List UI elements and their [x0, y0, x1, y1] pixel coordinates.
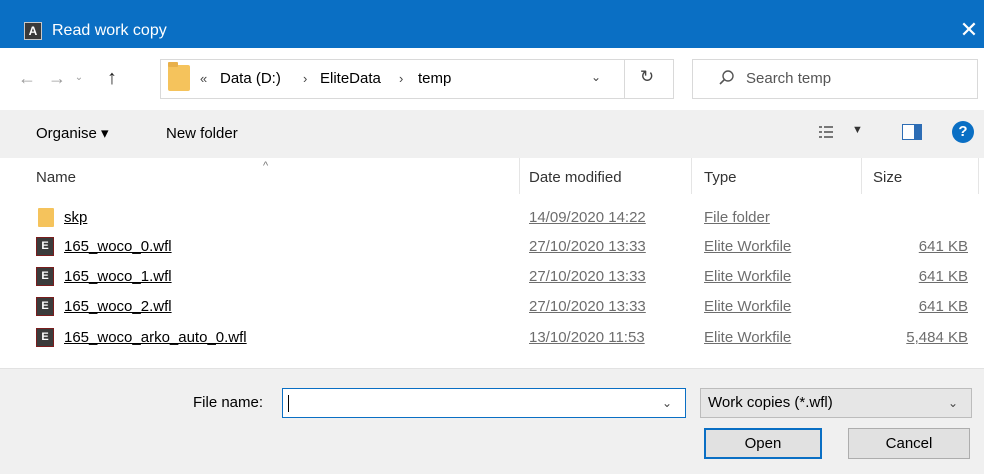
- file-date: 27/10/2020 13:33: [529, 268, 646, 285]
- file-date: 13/10/2020 11:53: [529, 329, 645, 346]
- breadcrumb-elitedata[interactable]: EliteData: [320, 70, 381, 88]
- file-type: File folder: [704, 209, 770, 226]
- file-size: 641 KB: [918, 268, 968, 285]
- view-options-dropdown-icon[interactable]: ▼: [852, 124, 863, 136]
- file-type-value[interactable]: Work copies (*.wfl): [708, 394, 833, 412]
- column-header-date-modified[interactable]: Date modified: [529, 169, 622, 187]
- command-bar: [0, 110, 984, 158]
- elite-workfile-icon: E: [36, 267, 54, 286]
- breadcrumb-temp[interactable]: temp: [418, 70, 451, 88]
- help-icon[interactable]: ?: [952, 121, 974, 143]
- breadcrumb-separator[interactable]: ›: [303, 70, 307, 88]
- file-name[interactable]: 165_woco_0.wfl: [64, 238, 172, 256]
- file-type: Elite Workfile: [704, 329, 792, 346]
- title-bar: A Read work copy ✕: [0, 0, 984, 48]
- file-type-dropdown-icon[interactable]: ⌄: [948, 396, 958, 410]
- open-button[interactable]: Open: [704, 428, 822, 459]
- preview-pane-icon[interactable]: [902, 124, 922, 140]
- file-date: 14/09/2020 14:22: [529, 209, 646, 226]
- sort-arrow-icon: ^: [263, 160, 269, 172]
- breadcrumb-data-drive[interactable]: Data (D:): [220, 70, 281, 88]
- file-row[interactable]: E 165_woco_arko_auto_0.wfl 13/10/2020 11…: [0, 327, 984, 349]
- file-size: 5,484 KB: [906, 329, 968, 346]
- column-header-type[interactable]: Type: [704, 169, 737, 187]
- text-caret: [288, 395, 289, 412]
- new-folder-button[interactable]: New folder: [166, 125, 238, 143]
- column-header-name[interactable]: Name: [36, 169, 76, 187]
- file-row[interactable]: skp 14/09/2020 14:22 File folder: [0, 207, 984, 229]
- breadcrumb-overflow[interactable]: «: [200, 70, 207, 88]
- file-row[interactable]: E 165_woco_0.wfl 27/10/2020 13:33 Elite …: [0, 236, 984, 258]
- file-name-input[interactable]: [282, 388, 686, 418]
- recent-locations-chevron-icon[interactable]: ⌄: [72, 64, 86, 92]
- file-row[interactable]: E 165_woco_1.wfl 27/10/2020 13:33 Elite …: [0, 266, 984, 288]
- forward-arrow-icon[interactable]: →: [46, 64, 68, 92]
- file-name-label: File name:: [193, 394, 264, 411]
- window-title: Read work copy: [52, 22, 167, 39]
- dialog-footer: [0, 368, 984, 474]
- search-placeholder: Search temp: [746, 70, 832, 87]
- elite-workfile-icon: E: [36, 237, 54, 256]
- view-options-icon[interactable]: [818, 124, 834, 140]
- up-arrow-icon[interactable]: ↑: [100, 64, 124, 92]
- file-date: 27/10/2020 13:33: [529, 238, 646, 255]
- file-type: Elite Workfile: [704, 298, 792, 315]
- column-divider[interactable]: [861, 158, 862, 194]
- address-dropdown-icon[interactable]: ⌄: [586, 70, 606, 84]
- close-icon[interactable]: ✕: [954, 16, 984, 46]
- folder-icon: [168, 62, 190, 91]
- file-name[interactable]: 165_woco_1.wfl: [64, 268, 172, 286]
- organise-button[interactable]: Organise ▾: [36, 125, 109, 143]
- file-date: 27/10/2020 13:33: [529, 298, 646, 315]
- elite-workfile-icon: E: [36, 297, 54, 316]
- file-size: 641 KB: [918, 298, 968, 315]
- address-divider: [624, 59, 625, 99]
- file-type: Elite Workfile: [704, 238, 792, 255]
- breadcrumb-separator[interactable]: ›: [399, 70, 403, 88]
- folder-icon: [38, 208, 54, 227]
- column-header-size[interactable]: Size: [873, 169, 902, 187]
- back-arrow-icon[interactable]: ←: [16, 64, 38, 92]
- elite-workfile-icon: E: [36, 328, 54, 347]
- column-divider[interactable]: [691, 158, 692, 194]
- app-icon: A: [24, 22, 42, 40]
- column-divider[interactable]: [519, 158, 520, 194]
- file-type: Elite Workfile: [704, 268, 792, 285]
- column-divider[interactable]: [978, 158, 979, 194]
- file-row[interactable]: E 165_woco_2.wfl 27/10/2020 13:33 Elite …: [0, 296, 984, 318]
- file-name-dropdown-icon[interactable]: ⌄: [662, 396, 672, 410]
- file-size: 641 KB: [918, 238, 968, 255]
- search-icon: [719, 70, 734, 85]
- file-name[interactable]: 165_woco_2.wfl: [64, 298, 172, 316]
- file-name[interactable]: 165_woco_arko_auto_0.wfl: [64, 329, 247, 347]
- file-name[interactable]: skp: [64, 209, 87, 227]
- refresh-icon[interactable]: ↻: [636, 67, 658, 87]
- cancel-button[interactable]: Cancel: [848, 428, 970, 459]
